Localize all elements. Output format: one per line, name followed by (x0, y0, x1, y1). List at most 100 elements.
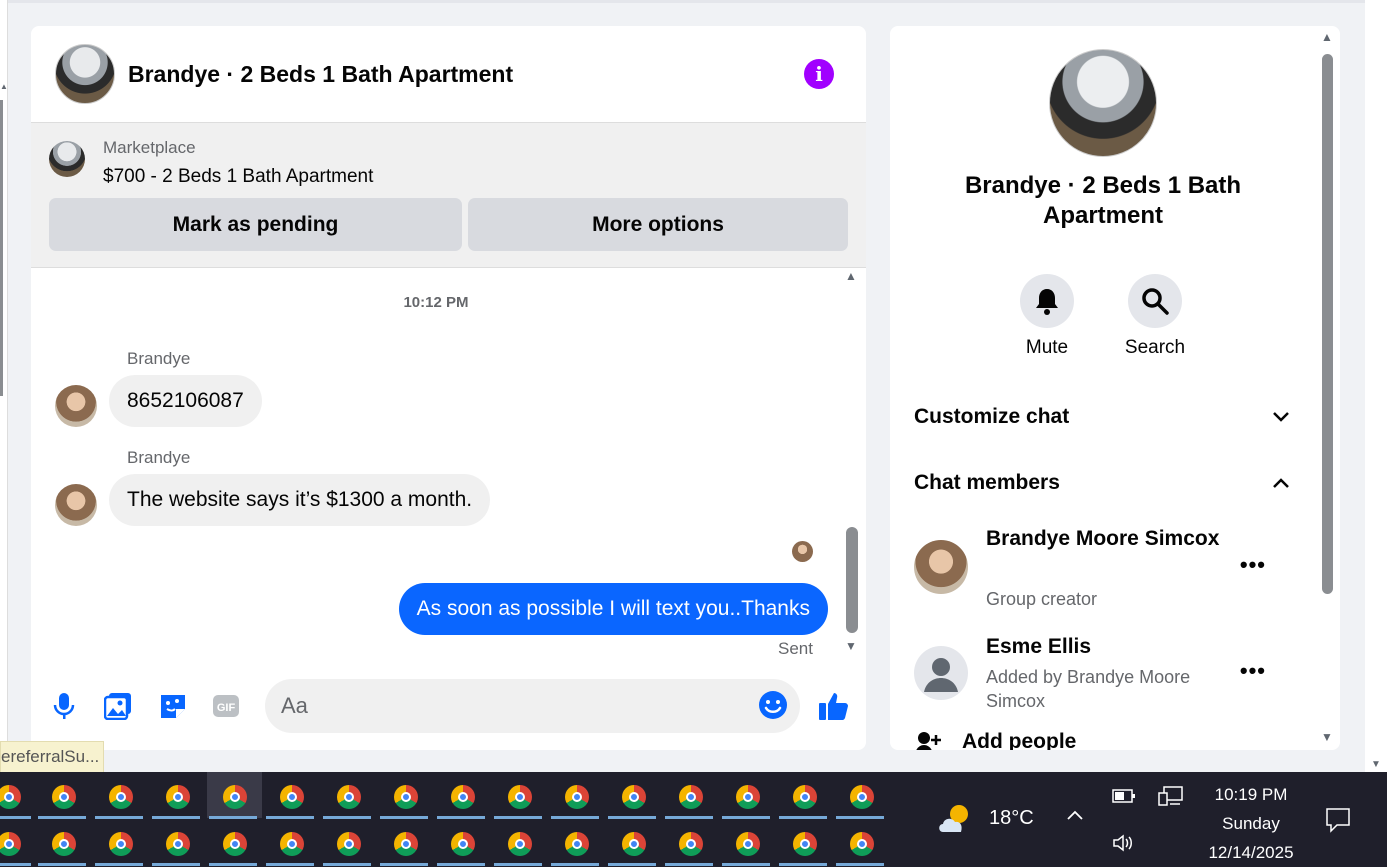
temperature: 18°C (989, 806, 1034, 829)
chrome-taskbar-icon[interactable] (223, 785, 247, 809)
scroll-down-arrow-icon[interactable]: ▼ (1371, 759, 1381, 770)
sender-avatar[interactable] (55, 484, 97, 526)
network-icon[interactable] (1158, 785, 1184, 812)
scroll-up-arrow-icon[interactable]: ▲ (1321, 30, 1333, 44)
add-people-button[interactable]: Add people (914, 730, 1076, 750)
chrome-taskbar-icon[interactable] (52, 785, 76, 809)
listing-avatar[interactable] (55, 44, 115, 104)
more-options-icon[interactable]: ••• (1240, 552, 1266, 578)
chevron-up-icon[interactable] (1066, 808, 1084, 826)
chrome-taskbar-icon[interactable] (736, 832, 760, 856)
scroll-up-arrow-icon[interactable]: ▲ (0, 82, 8, 91)
marketplace-banner: Marketplace $700 - 2 Beds 1 Bath Apartme… (31, 123, 866, 268)
mark-as-pending-button[interactable]: Mark as pending (49, 198, 462, 251)
taskbar-open-indicator (323, 863, 371, 866)
chrome-taskbar-icon[interactable] (622, 832, 646, 856)
taskbar-open-indicator (0, 863, 31, 866)
chrome-taskbar-icon[interactable] (166, 832, 190, 856)
chrome-taskbar-icon[interactable] (565, 785, 589, 809)
taskbar-open-indicator (779, 816, 827, 819)
chrome-taskbar-icon[interactable] (280, 832, 304, 856)
chrome-taskbar-icon[interactable] (793, 785, 817, 809)
system-clock[interactable]: 10:19 PM Sunday 12/14/2025 (1190, 780, 1312, 867)
message-input-box[interactable] (265, 679, 800, 733)
search-button[interactable]: Search (1115, 274, 1195, 359)
chrome-taskbar-icon[interactable] (565, 832, 589, 856)
member-avatar[interactable] (914, 540, 968, 594)
message-bubble[interactable]: The website says it’s $1300 a month. (109, 474, 491, 526)
chat-title[interactable]: Brandye · 2 Beds 1 Bath Apartment (128, 61, 513, 88)
messages-scrollbar[interactable]: ▲ ▼ (845, 269, 858, 659)
chrome-taskbar-icon[interactable] (451, 832, 475, 856)
chrome-taskbar-icon[interactable] (508, 785, 532, 809)
bell-icon[interactable] (1020, 274, 1074, 328)
taskbar-open-indicator (608, 816, 656, 819)
member-name[interactable]: Brandye Moore Simcox (986, 524, 1226, 553)
info-scrollbar[interactable]: ▲ ▼ (1320, 26, 1334, 750)
member-name[interactable]: Esme Ellis (986, 632, 1226, 661)
chrome-taskbar-icon[interactable] (451, 785, 475, 809)
default-avatar-icon[interactable] (914, 646, 968, 700)
page-scrollbar[interactable]: ▼ (1365, 0, 1387, 772)
outgoing-message-bubble[interactable]: As soon as possible I will text you..Tha… (398, 583, 828, 635)
scroll-up-arrow-icon[interactable]: ▲ (845, 269, 857, 283)
scroll-thumb[interactable] (846, 527, 858, 633)
clock-date: 12/14/2025 (1208, 843, 1294, 862)
weather-widget[interactable]: 18°C (937, 800, 1034, 836)
listing-title[interactable]: $700 - 2 Beds 1 Bath Apartment (103, 166, 373, 188)
listing-thumbnail[interactable] (49, 141, 85, 177)
chrome-taskbar-icon[interactable] (337, 785, 361, 809)
taskbar-open-indicator (551, 863, 599, 866)
taskbar-open-indicator (722, 816, 770, 819)
taskbar-open-indicator (266, 816, 314, 819)
microphone-icon[interactable] (49, 691, 79, 721)
info-icon[interactable]: i (804, 59, 834, 89)
chrome-taskbar-icon[interactable] (166, 785, 190, 809)
message-timestamp: 10:12 PM (403, 294, 469, 311)
message-input[interactable] (281, 689, 741, 723)
chrome-taskbar-icon[interactable] (736, 785, 760, 809)
taskbar-open-indicator (836, 863, 884, 866)
chrome-taskbar-icon[interactable] (0, 785, 21, 809)
chrome-taskbar-icon[interactable] (508, 832, 532, 856)
like-icon[interactable] (817, 689, 851, 723)
scroll-down-arrow-icon[interactable]: ▼ (845, 639, 857, 653)
chrome-taskbar-icon[interactable] (337, 832, 361, 856)
gif-icon[interactable]: GIF (211, 691, 241, 721)
scroll-thumb[interactable] (1322, 54, 1333, 594)
battery-icon[interactable] (1112, 789, 1136, 808)
left-scrollbar[interactable] (0, 100, 3, 396)
photo-icon[interactable] (103, 691, 133, 721)
chrome-taskbar-icon[interactable] (394, 785, 418, 809)
emoji-icon[interactable] (758, 690, 788, 720)
left-panel-edge: ▲ (0, 0, 8, 772)
sender-avatar[interactable] (55, 385, 97, 427)
volume-icon[interactable] (1112, 833, 1136, 858)
chrome-taskbar-icon[interactable] (679, 832, 703, 856)
chrome-taskbar-icon[interactable] (52, 832, 76, 856)
customize-chat-section[interactable]: Customize chat (914, 405, 1290, 429)
taskbar-open-indicator (665, 863, 713, 866)
chrome-taskbar-icon[interactable] (679, 785, 703, 809)
chrome-taskbar-icon[interactable] (793, 832, 817, 856)
chrome-taskbar-icon[interactable] (850, 832, 874, 856)
more-options-button[interactable]: More options (468, 198, 848, 251)
scroll-down-arrow-icon[interactable]: ▼ (1321, 730, 1333, 744)
chrome-taskbar-icon[interactable] (394, 832, 418, 856)
chrome-taskbar-icon[interactable] (280, 785, 304, 809)
taskbar-open-indicator (95, 863, 143, 866)
conversation-avatar[interactable] (1049, 49, 1157, 157)
chrome-taskbar-icon[interactable] (109, 832, 133, 856)
chrome-taskbar-icon[interactable] (850, 785, 874, 809)
chrome-taskbar-icon[interactable] (223, 832, 247, 856)
sticker-icon[interactable] (158, 691, 188, 721)
chrome-taskbar-icon[interactable] (109, 785, 133, 809)
notification-icon[interactable] (1325, 807, 1351, 838)
message-bubble[interactable]: 8652106087 (109, 375, 262, 427)
mute-button[interactable]: Mute (1007, 274, 1087, 359)
chrome-taskbar-icon[interactable] (0, 832, 21, 856)
chrome-taskbar-icon[interactable] (622, 785, 646, 809)
more-options-icon[interactable]: ••• (1240, 658, 1266, 684)
search-icon[interactable] (1128, 274, 1182, 328)
chat-members-section[interactable]: Chat members (914, 471, 1290, 495)
